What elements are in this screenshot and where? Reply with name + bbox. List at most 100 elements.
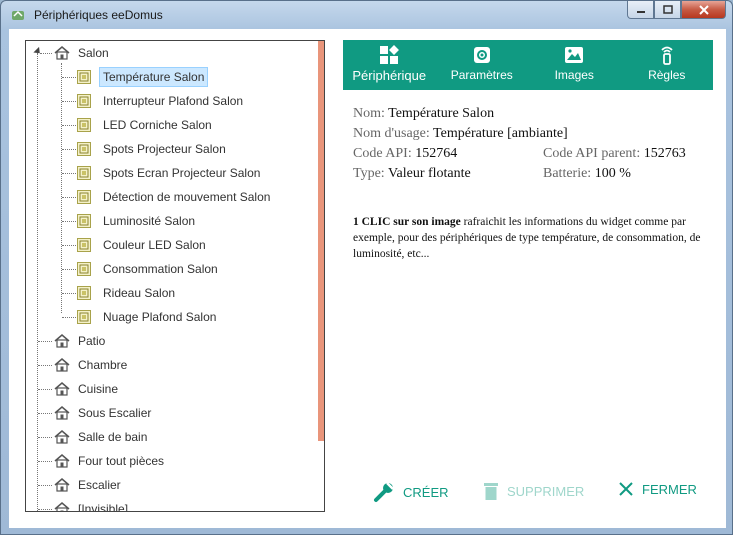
tree-node-label: Sous Escalier	[78, 406, 152, 420]
tab-peripherique[interactable]: Périphérique	[343, 40, 436, 90]
detail-key: Type:	[353, 166, 385, 181]
collapse-arrow-icon[interactable]	[33, 46, 43, 57]
tree-node-label: Patio	[78, 334, 106, 348]
tree-node-label: Cuisine	[78, 382, 119, 396]
detail-type: Type: Valeur flotante	[353, 166, 471, 184]
tree-device-item[interactable]: Spots Ecran Projecteur Salon	[77, 162, 264, 184]
tab-images[interactable]: Images	[528, 40, 621, 90]
device-icon	[77, 142, 91, 156]
room-icon	[54, 478, 70, 492]
client-area: Salon Température Salon Interrupteur Plafo…	[9, 29, 726, 528]
tree-line	[40, 53, 52, 54]
tree-room-item[interactable]: Sous Escalier	[54, 402, 155, 424]
room-icon	[54, 430, 70, 444]
tree-room-salon[interactable]: Salon	[54, 42, 113, 64]
detail-value: 152764	[415, 146, 458, 161]
tree-device-item[interactable]: Détection de mouvement Salon	[77, 186, 274, 208]
device-icon	[77, 166, 91, 180]
detail-key: Nom d'usage:	[353, 126, 430, 141]
create-button[interactable]: CRÉER	[373, 481, 449, 503]
tree-line	[62, 149, 76, 150]
tree-device-item[interactable]: Rideau Salon	[77, 282, 179, 304]
room-icon	[54, 46, 70, 60]
tab-parametres[interactable]: Paramètres	[436, 40, 529, 90]
tree-line	[62, 221, 76, 222]
maximize-button[interactable]	[654, 1, 681, 19]
minimize-icon	[636, 10, 645, 13]
detail-value: 100 %	[594, 166, 631, 181]
maximize-icon	[662, 5, 673, 14]
tree-line	[38, 437, 52, 438]
tree-line	[62, 101, 76, 102]
device-icon	[77, 70, 91, 84]
detail-key: Batterie:	[543, 166, 592, 181]
window-title: Périphériques eeDomus	[34, 8, 163, 22]
tree-node-label: Interrupteur Plafond Salon	[103, 94, 244, 108]
room-icon	[54, 454, 70, 468]
tree-room-item[interactable]: Patio	[54, 330, 109, 352]
tree-node-label: Chambre	[78, 358, 128, 372]
tree-scrollbar[interactable]	[318, 41, 324, 441]
tree-line	[38, 485, 52, 486]
detail-key: Nom:	[353, 106, 385, 121]
tree-room-item[interactable]: Escalier	[54, 474, 125, 496]
room-icon	[54, 382, 70, 396]
tree-device-item[interactable]: Température Salon	[77, 66, 209, 88]
tree-room-item[interactable]: Four tout pièces	[54, 450, 168, 472]
tree-node-label: Four tout pièces	[78, 454, 165, 468]
tree-device-item[interactable]: Consommation Salon	[77, 258, 222, 280]
tree-device-item[interactable]: Nuage Plafond Salon	[77, 306, 220, 328]
title-bar[interactable]: Périphériques eeDomus	[1, 1, 732, 29]
tree-device-item[interactable]: Couleur LED Salon	[77, 234, 210, 256]
app-icon	[12, 10, 24, 20]
tree-node-label: Température Salon	[99, 67, 209, 87]
device-icon	[77, 214, 91, 228]
action-bar: CRÉER SUPPRIMER FERMER	[343, 481, 713, 505]
tree-room-item[interactable]: [Invisible]	[54, 498, 132, 512]
tree-node-label: Nuage Plafond Salon	[103, 310, 217, 324]
tree-device-item[interactable]: Luminosité Salon	[77, 210, 199, 232]
tree-device-item[interactable]: Interrupteur Plafond Salon	[77, 90, 247, 112]
wrench-icon	[374, 482, 394, 502]
tree-line	[62, 293, 76, 294]
tree-line	[38, 509, 52, 510]
minimize-button[interactable]	[627, 1, 654, 19]
tree-room-item[interactable]: Cuisine	[54, 378, 122, 400]
window-controls	[627, 1, 726, 21]
detail-nom: Nom: Température Salon	[353, 106, 494, 124]
tab-label: Paramètres	[450, 68, 513, 82]
tree-node-label: [Invisible]	[78, 502, 129, 512]
tree-device-item[interactable]: Spots Projecteur Salon	[77, 138, 230, 160]
app-window: Périphériques eeDomus Salon Température S…	[0, 0, 733, 535]
gear-icon	[473, 47, 490, 63]
device-tree[interactable]: Salon Température Salon Interrupteur Plafo…	[25, 40, 325, 512]
create-label: CRÉER	[403, 484, 449, 500]
tree-line	[62, 197, 76, 198]
device-icon	[77, 190, 91, 204]
detail-api: Code API: 152764	[353, 146, 457, 164]
close-button[interactable]: FERMER	[618, 481, 697, 497]
tree-node-label: Couleur LED Salon	[103, 238, 206, 252]
delete-button[interactable]: SUPPRIMER	[483, 481, 584, 501]
close-label: FERMER	[642, 481, 697, 497]
tab-regles[interactable]: Règles	[621, 40, 714, 90]
tree-node-label: Luminosité Salon	[103, 214, 196, 228]
tree-line	[62, 269, 76, 270]
tree-node-label: Spots Projecteur Salon	[103, 142, 226, 156]
image-icon	[565, 47, 584, 63]
close-window-button[interactable]	[681, 1, 726, 19]
tree-room-item[interactable]: Chambre	[54, 354, 131, 376]
tree-line	[62, 77, 76, 78]
detail-value: Valeur flotante	[387, 166, 471, 181]
tab-label: Règles	[648, 68, 686, 82]
tree-node-label: Spots Ecran Projecteur Salon	[103, 166, 261, 180]
tree-line	[38, 461, 52, 462]
tree-line	[38, 389, 52, 390]
close-icon	[698, 4, 709, 15]
tree-room-item[interactable]: Salle de bain	[54, 426, 151, 448]
help-text: 1 CLIC sur son image rafraichit les info…	[353, 214, 713, 262]
tree-line	[62, 173, 76, 174]
help-text-bold: 1 CLIC sur son image	[353, 216, 461, 228]
tree-line	[62, 317, 76, 318]
tree-device-item[interactable]: LED Corniche Salon	[77, 114, 216, 136]
